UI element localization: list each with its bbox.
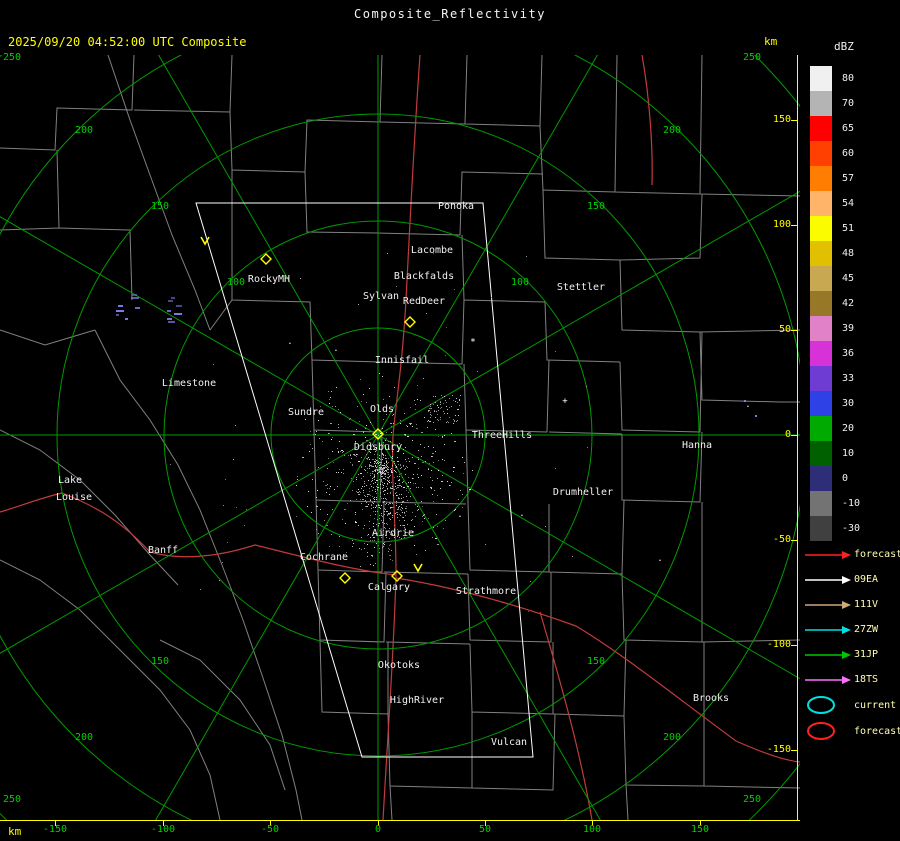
legend-item-label: 09EA — [854, 574, 879, 585]
legend-item: 09EA — [804, 567, 900, 592]
arrow-icon — [804, 549, 854, 561]
colorbar-swatch — [810, 166, 832, 191]
legend-item-label: 27ZW — [854, 624, 879, 635]
legend-item: 18TS — [804, 667, 900, 692]
colorbar-row: 57 — [810, 166, 860, 191]
colorbar-swatch — [810, 66, 832, 91]
colorbar-swatch — [810, 341, 832, 366]
arrow-icon — [804, 599, 854, 611]
colorbar-value: 39 — [842, 323, 855, 334]
colorbar-swatch — [810, 141, 832, 166]
legend-item: 31JP — [804, 642, 900, 667]
legend-panel: dBZ 80 70 65 60 57 54 51 48 45 42 39 36 33 30 20 10 0 -10… — [800, 0, 900, 841]
colorbar-row: 33 — [810, 366, 860, 391]
colorbar-row: 30 — [810, 391, 860, 416]
arrow-icon — [804, 574, 854, 586]
site-markers — [200, 236, 423, 584]
county-boundaries — [0, 55, 800, 821]
chevron-marker-icon — [413, 563, 423, 573]
radar-app-window: Composite_Reflectivity 2025/09/20 04:52:… — [0, 0, 900, 841]
colorbar-row: 54 — [810, 191, 860, 216]
legend-item-label: 31JP — [854, 649, 879, 660]
ellipse-icon — [804, 720, 854, 742]
colorbar-swatch — [810, 241, 832, 266]
radar-site-diamond-icon — [339, 572, 351, 584]
colorbar-value: -30 — [842, 523, 861, 534]
colorbar-row: 39 — [810, 316, 860, 341]
arrow-icon — [804, 624, 854, 636]
legend-item-label: 111V — [854, 599, 879, 610]
colorbar-swatch — [810, 266, 832, 291]
radar-echoes — [116, 253, 757, 612]
arrow-icon — [804, 674, 854, 686]
colorbar-swatch — [810, 191, 832, 216]
colorbar-swatch — [810, 441, 832, 466]
colorbar-swatch — [810, 491, 832, 516]
legend-item: 111V — [804, 592, 900, 617]
legend-item-label: forecast — [854, 725, 900, 737]
colorbar-swatch — [810, 416, 832, 441]
colorbar-value: 48 — [842, 248, 855, 259]
legend-item-label: forecast — [854, 549, 900, 560]
colorbar-value: 60 — [842, 148, 855, 159]
colorbar-title: dBZ — [834, 40, 854, 53]
colorbar-value: 70 — [842, 98, 855, 109]
dbz-colorbar: 80 70 65 60 57 54 51 48 45 42 39 36 33 30 20 10 0 -10 -30 — [810, 66, 860, 541]
colorbar-row: 65 — [810, 116, 860, 141]
colorbar-swatch — [810, 316, 832, 341]
legend-item-label: current — [854, 699, 897, 711]
colorbar-value: 20 — [842, 423, 855, 434]
highways — [0, 55, 800, 821]
colorbar-row: 80 — [810, 66, 860, 91]
ellipse-icon — [804, 694, 854, 716]
colorbar-swatch — [810, 91, 832, 116]
colorbar-row: 51 — [810, 216, 860, 241]
colorbar-swatch — [810, 366, 832, 391]
legend-item: current — [804, 692, 900, 718]
colorbar-swatch — [810, 466, 832, 491]
legend-item: forecast — [804, 542, 900, 567]
colorbar-row: 42 — [810, 291, 860, 316]
radar-site-diamond-icon — [404, 316, 416, 328]
colorbar-swatch — [810, 391, 832, 416]
legend-item-label: 18TS — [854, 674, 879, 685]
colorbar-row: 36 — [810, 341, 860, 366]
arrow-icon — [804, 649, 854, 661]
radar-site-diamond-icon — [260, 253, 272, 265]
colorbar-swatch — [810, 291, 832, 316]
colorbar-row: 10 — [810, 441, 860, 466]
coverage-outline — [195, 202, 534, 758]
colorbar-value: 45 — [842, 273, 855, 284]
colorbar-row: 45 — [810, 266, 860, 291]
vector-legend: forecast 09EA 111V 27ZW 31JP 18TS current forec… — [804, 542, 900, 744]
colorbar-value: 57 — [842, 173, 855, 184]
colorbar-value: 54 — [842, 198, 855, 209]
colorbar-value: 80 — [842, 73, 855, 84]
colorbar-value: 10 — [842, 448, 855, 459]
colorbar-value: -10 — [842, 498, 861, 509]
colorbar-value: 30 — [842, 398, 855, 409]
colorbar-row: -30 — [810, 516, 860, 541]
colorbar-row: 70 — [810, 91, 860, 116]
colorbar-row: -10 — [810, 491, 860, 516]
colorbar-value: 36 — [842, 348, 855, 359]
colorbar-value: 42 — [842, 298, 855, 309]
legend-item: forecast — [804, 718, 900, 744]
colorbar-value: 65 — [842, 123, 855, 134]
colorbar-row: 0 — [810, 466, 860, 491]
colorbar-swatch — [810, 116, 832, 141]
colorbar-swatch — [810, 516, 832, 541]
colorbar-row: 60 — [810, 141, 860, 166]
colorbar-row: 48 — [810, 241, 860, 266]
axes — [0, 55, 800, 826]
colorbar-row: 20 — [810, 416, 860, 441]
colorbar-value: 0 — [842, 473, 849, 484]
radar-map-canvas — [0, 55, 800, 826]
colorbar-value: 51 — [842, 223, 855, 234]
colorbar-swatch — [810, 216, 832, 241]
legend-item: 27ZW — [804, 617, 900, 642]
colorbar-value: 33 — [842, 373, 855, 384]
